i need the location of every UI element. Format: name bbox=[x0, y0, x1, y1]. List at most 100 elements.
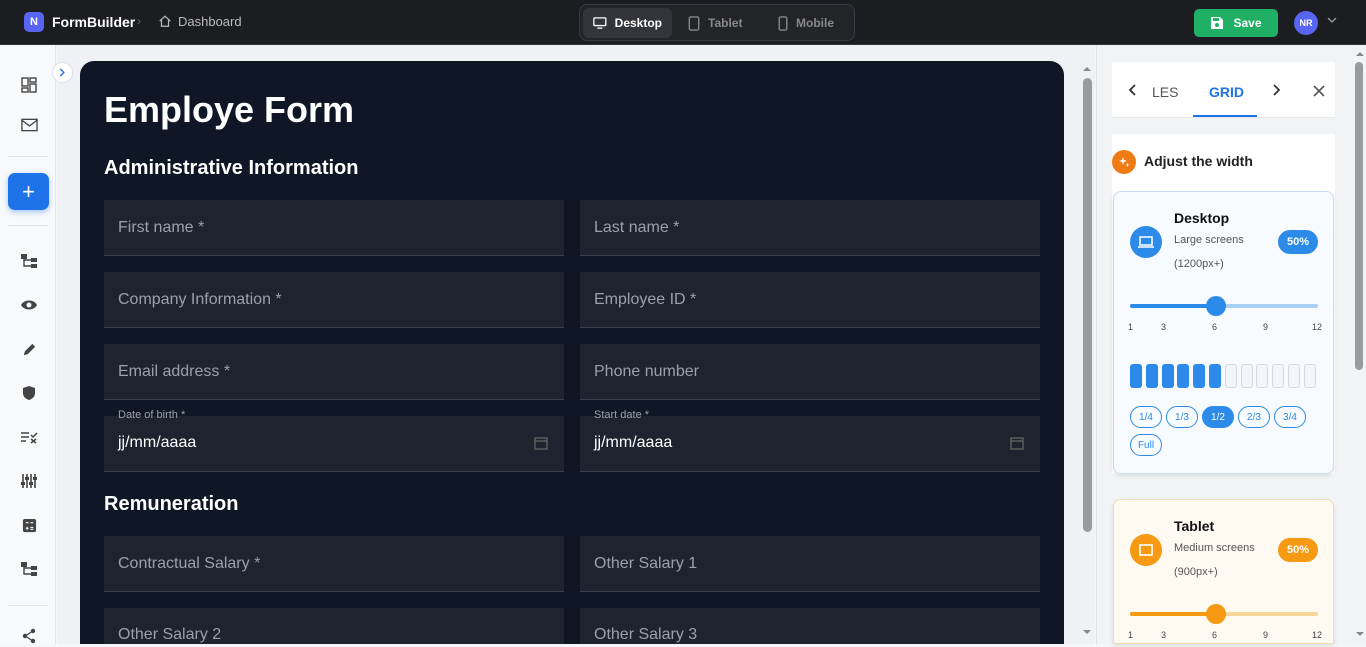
tablet-card-range: (900px+) bbox=[1174, 566, 1218, 578]
adjust-width-title: Adjust the width bbox=[1144, 153, 1253, 169]
save-button[interactable]: Save bbox=[1194, 9, 1278, 37]
chevron-down-icon[interactable] bbox=[1327, 16, 1337, 24]
fraction-2-3-button[interactable]: 2/3 bbox=[1238, 406, 1270, 428]
fraction-1-2-button[interactable]: 1/2 bbox=[1202, 406, 1234, 428]
section-remuneration-title[interactable]: Remuneration bbox=[104, 493, 238, 516]
tab-styles-partial[interactable]: LES bbox=[1152, 84, 1178, 100]
active-tab-underline bbox=[1193, 115, 1257, 117]
first-name-placeholder: First name * bbox=[118, 218, 205, 236]
date-of-birth-value: jj/mm/aaaa bbox=[118, 434, 197, 451]
phone-placeholder: Phone number bbox=[594, 362, 699, 380]
sidebar-divider bbox=[8, 225, 48, 226]
other-salary-2-field[interactable]: Other Salary 2 bbox=[104, 608, 564, 644]
shield-icon[interactable] bbox=[18, 382, 40, 404]
column-segment[interactable] bbox=[1145, 364, 1158, 388]
save-icon bbox=[1211, 17, 1224, 29]
scroll-down-icon[interactable] bbox=[1082, 628, 1092, 636]
panel-scroll-down-icon[interactable] bbox=[1355, 630, 1365, 638]
tablet-tick: 9 bbox=[1263, 630, 1269, 640]
other-salary-2-placeholder: Other Salary 2 bbox=[118, 626, 222, 643]
device-mobile-button[interactable]: Mobile bbox=[768, 8, 844, 38]
tablet-tick: 1 bbox=[1128, 630, 1134, 640]
section-administrative-title[interactable]: Administrative Information bbox=[104, 157, 358, 180]
add-button[interactable]: + bbox=[8, 173, 49, 210]
tablet-slider-thumb[interactable] bbox=[1206, 604, 1226, 624]
form-title[interactable]: Employe Form bbox=[104, 89, 354, 131]
last-name-placeholder: Last name * bbox=[594, 218, 680, 236]
desktop-tick: 9 bbox=[1263, 322, 1269, 332]
close-icon[interactable] bbox=[1312, 84, 1326, 98]
hierarchy-icon[interactable] bbox=[18, 558, 40, 580]
tablet-tick: 3 bbox=[1161, 630, 1167, 640]
desktop-card-range: (1200px+) bbox=[1174, 258, 1224, 270]
calculator-icon[interactable] bbox=[18, 514, 40, 536]
home-icon bbox=[159, 15, 171, 27]
calendar-icon[interactable] bbox=[1010, 436, 1024, 450]
chevron-right-icon[interactable] bbox=[1272, 84, 1281, 96]
eye-icon[interactable] bbox=[18, 294, 40, 316]
desktop-tick: 6 bbox=[1212, 322, 1218, 332]
column-segment[interactable] bbox=[1256, 364, 1269, 388]
dashboard-grid-icon[interactable] bbox=[18, 74, 40, 96]
panel-scroll-up-icon[interactable] bbox=[1355, 50, 1365, 58]
email-field[interactable]: Email address * bbox=[104, 344, 564, 400]
first-name-field[interactable]: First name * bbox=[104, 200, 564, 256]
phone-field[interactable]: Phone number bbox=[580, 344, 1040, 400]
collapse-sidebar-button[interactable] bbox=[52, 62, 73, 83]
device-mobile-label: Mobile bbox=[796, 16, 834, 30]
scroll-up-icon[interactable] bbox=[1082, 65, 1092, 73]
pencil-icon[interactable] bbox=[18, 338, 40, 360]
start-date-field[interactable]: Start date * jj/mm/aaaa bbox=[580, 409, 1040, 472]
column-segment[interactable] bbox=[1209, 364, 1221, 388]
other-salary-1-field[interactable]: Other Salary 1 bbox=[580, 536, 1040, 592]
device-tablet-button[interactable]: Tablet bbox=[678, 8, 752, 38]
fraction-full-button[interactable]: Full bbox=[1130, 434, 1162, 456]
column-segment[interactable] bbox=[1161, 364, 1174, 388]
desktop-slider-thumb[interactable] bbox=[1206, 296, 1226, 316]
column-segment[interactable] bbox=[1272, 364, 1285, 388]
column-segment[interactable] bbox=[1303, 364, 1316, 388]
top-bar: N FormBuilder › Dashboard Desktop Tablet… bbox=[0, 0, 1366, 45]
hierarchy-icon[interactable] bbox=[18, 250, 40, 272]
tablet-percent-badge: 50% bbox=[1278, 538, 1318, 562]
breadcrumb-dashboard[interactable]: Dashboard bbox=[178, 14, 242, 29]
checklist-icon[interactable] bbox=[18, 426, 40, 448]
column-segment[interactable] bbox=[1240, 364, 1253, 388]
fraction-3-4-button[interactable]: 3/4 bbox=[1274, 406, 1306, 428]
company-field[interactable]: Company Information * bbox=[104, 272, 564, 328]
avatar[interactable]: NR bbox=[1294, 11, 1318, 35]
fraction-1-3-button[interactable]: 1/3 bbox=[1166, 406, 1198, 428]
app-brand[interactable]: FormBuilder bbox=[52, 14, 135, 30]
last-name-field[interactable]: Last name * bbox=[580, 200, 1040, 256]
column-segment[interactable] bbox=[1193, 364, 1206, 388]
device-desktop-label: Desktop bbox=[614, 16, 662, 30]
tablet-card-title: Tablet bbox=[1174, 518, 1215, 534]
form-preview: Employe Form Administrative Information … bbox=[80, 61, 1064, 644]
column-segment[interactable] bbox=[1130, 364, 1142, 388]
chevron-left-icon[interactable] bbox=[1128, 84, 1137, 96]
tablet-icon bbox=[688, 15, 700, 31]
tab-grid[interactable]: GRID bbox=[1209, 84, 1244, 100]
employee-id-field[interactable]: Employee ID * bbox=[580, 272, 1040, 328]
panel-tabs: LES GRID bbox=[1112, 62, 1335, 118]
date-of-birth-field[interactable]: Date of birth * jj/mm/aaaa bbox=[104, 409, 564, 472]
canvas-scrollbar[interactable] bbox=[1083, 78, 1092, 532]
fraction-1-4-button[interactable]: 1/4 bbox=[1130, 406, 1162, 428]
start-date-label: Start date * bbox=[594, 409, 650, 421]
contractual-salary-field[interactable]: Contractual Salary * bbox=[104, 536, 564, 592]
panel-scrollbar[interactable] bbox=[1355, 62, 1363, 370]
column-segment[interactable] bbox=[1224, 364, 1237, 388]
column-segment[interactable] bbox=[1288, 364, 1300, 388]
contractual-salary-placeholder: Contractual Salary * bbox=[118, 554, 261, 572]
desktop-width-card: Desktop Large screens (1200px+) 50% 1 3 … bbox=[1113, 191, 1334, 474]
chevron-right-icon bbox=[59, 68, 65, 77]
calendar-icon[interactable] bbox=[534, 436, 548, 450]
sliders-icon[interactable] bbox=[18, 470, 40, 492]
other-salary-3-field[interactable]: Other Salary 3 bbox=[580, 608, 1040, 644]
column-segment[interactable] bbox=[1177, 364, 1190, 388]
sidebar-divider bbox=[8, 605, 48, 606]
device-desktop-button[interactable]: Desktop bbox=[583, 8, 672, 38]
mail-icon[interactable] bbox=[18, 114, 40, 136]
tablet-tick: 12 bbox=[1312, 630, 1323, 640]
mobile-icon bbox=[778, 15, 788, 31]
